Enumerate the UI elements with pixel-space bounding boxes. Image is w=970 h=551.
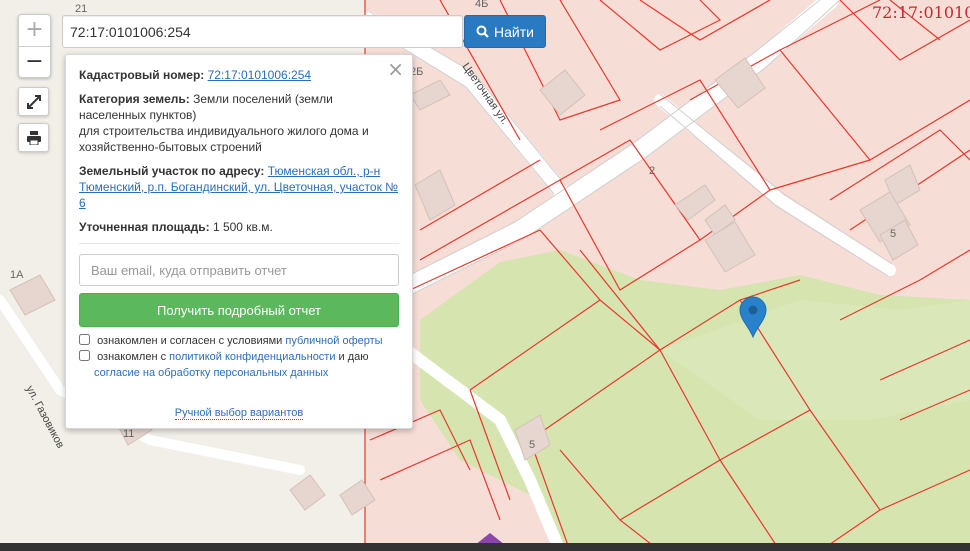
search-input[interactable] (62, 15, 463, 48)
consent-privacy-row: ознакомлен с политикой конфиденциальност… (79, 349, 399, 381)
close-icon[interactable]: × (387, 57, 404, 81)
house-label-5-bottom: 5 (529, 439, 535, 451)
category-purpose: для строительства индивидуального жилого… (79, 124, 369, 154)
house-label-5-right: 5 (890, 228, 896, 240)
area-value: 1 500 кв.м. (212, 220, 273, 234)
house-label-21: 21 (75, 3, 87, 15)
bottom-bar (0, 543, 970, 551)
privacy-policy-link[interactable]: политикой конфиденциальности (169, 351, 335, 363)
zoom-out-button[interactable]: − (19, 47, 50, 78)
area-row: Уточненная площадь: 1 500 кв.м. (79, 219, 399, 235)
consent-offer-text: ознакомлен и согласен с условиями (97, 335, 286, 347)
house-label-4b: 4Б (475, 0, 488, 10)
offer-checkbox[interactable] (79, 334, 90, 345)
area-label: Уточненная площадь: (79, 220, 210, 234)
personal-data-consent-link[interactable]: согласие на обработку персональных данны… (94, 367, 328, 379)
print-button[interactable] (18, 123, 49, 152)
expand-icon (26, 94, 41, 109)
category-label: Категория земель: (79, 92, 190, 106)
manual-selection-row: Ручной выбор вариантов (79, 407, 399, 420)
zoom-in-button[interactable]: + (19, 15, 50, 47)
search-button[interactable]: Найти (464, 15, 546, 48)
info-panel: × Кадастровый номер: 72:17:0101006:254 К… (65, 54, 413, 429)
consent-privacy-text: ознакомлен с (97, 351, 170, 363)
cadastral-overlay-label: 72:17:01010 (872, 3, 970, 22)
email-field[interactable] (79, 254, 399, 286)
address-label: Земельный участок по адресу: (79, 164, 265, 178)
zoom-control: + − (18, 14, 51, 78)
consent-privacy-text-2: и даю (335, 351, 369, 363)
address-row: Земельный участок по адресу: Тюменская о… (79, 163, 399, 211)
category-row: Категория земель: Земли поселений (земли… (79, 91, 399, 155)
consent-offer-row: ознакомлен и согласен с условиями публич… (79, 333, 399, 349)
house-label-2: 2 (649, 165, 655, 177)
manual-selection-link[interactable]: Ручной выбор вариантов (174, 407, 304, 420)
search-icon (476, 25, 489, 38)
cadastral-label: Кадастровый номер: (79, 68, 205, 82)
cadastral-row: Кадастровый номер: 72:17:0101006:254 (79, 67, 399, 83)
privacy-checkbox[interactable] (79, 350, 90, 361)
divider (79, 243, 399, 244)
house-label-11: 11 (123, 428, 134, 440)
printer-icon (26, 130, 41, 145)
fullscreen-button[interactable] (18, 87, 49, 116)
cadastral-number-link[interactable]: 72:17:0101006:254 (208, 68, 311, 82)
get-report-button[interactable]: Получить подробный отчет (79, 293, 399, 327)
offer-link[interactable]: публичной оферты (285, 335, 382, 347)
search-button-label: Найти (494, 23, 534, 40)
house-label-1a: 1А (10, 269, 24, 281)
